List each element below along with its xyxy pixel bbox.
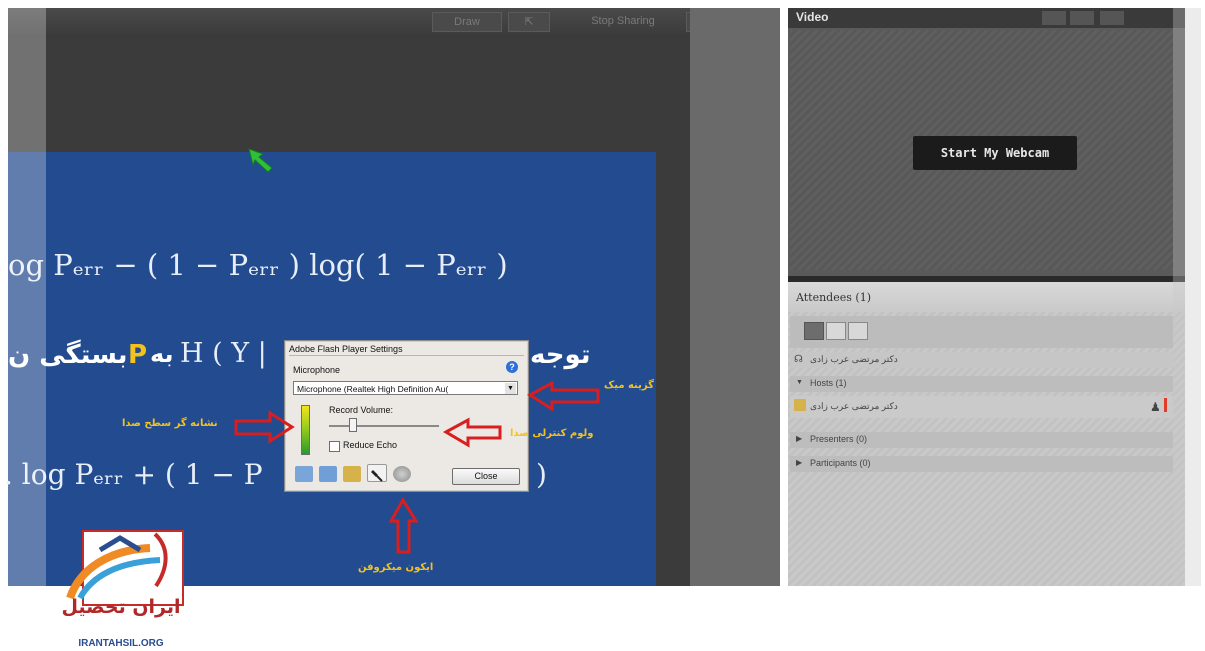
logo-emblem-icon [66, 532, 168, 600]
video-pod-title: Video [796, 10, 829, 24]
chevron-down-icon: ▼ [796, 379, 803, 386]
arrow-to-mic-select [527, 380, 600, 412]
participants-group[interactable]: ▶ Participants (0) [790, 456, 1173, 472]
annotation-mic-icon: ایکون میکروفن [358, 562, 434, 573]
logo-latin-text: IRANTAHSIL.ORG [78, 638, 164, 649]
attendees-toolbar [790, 316, 1173, 348]
logo-persian-text: ایران تحصیل [61, 596, 181, 618]
speaker-icon: ☊ [794, 354, 803, 365]
filmstrip-view-icon[interactable] [1070, 11, 1094, 25]
grid-view-icon[interactable] [1042, 11, 1066, 25]
fullscreen-icon[interactable] [1100, 11, 1124, 25]
host-row[interactable]: دکتر مرتضی عرب زادی ♟ [790, 396, 1173, 418]
attendees-header: Attendees (1) [788, 282, 1185, 312]
presenters-label: Presenters (0) [810, 434, 868, 444]
video-pod-header: Video [788, 8, 1185, 28]
presenters-group[interactable]: ▶ Presenters (0) [790, 432, 1173, 448]
chevron-right-icon: ▶ [796, 458, 803, 467]
presenter-icon: ♟ [1150, 400, 1161, 414]
annotation-meter: نشانه گر سطح صدا [122, 418, 218, 429]
chevron-right-icon: ▶ [796, 434, 803, 443]
annotation-volume: ولوم کنترلی صدا [510, 428, 594, 439]
start-webcam-button[interactable]: Start My Webcam [913, 136, 1077, 170]
arrow-to-meter [234, 410, 295, 444]
hosts-label: Hosts (1) [810, 378, 847, 388]
annotation-mic-select: گزینه میک [604, 380, 654, 391]
host-avatar-icon [794, 399, 806, 411]
user-settings-icon[interactable] [848, 322, 868, 340]
status-bar [1164, 398, 1167, 412]
arrow-to-volume-slider [442, 417, 502, 448]
hosts-group[interactable]: ▼ Hosts (1) [790, 376, 1173, 392]
list-view-icon[interactable] [804, 322, 824, 340]
host-name: دکتر مرتضی عرب زادی [810, 401, 898, 411]
attendee-name: دکتر مرتضی عرب زادی [810, 354, 898, 364]
expand-view-icon[interactable] [826, 322, 846, 340]
participants-label: Participants (0) [810, 458, 871, 468]
right-overlay [1173, 8, 1201, 586]
arrow-to-mic-icon [388, 497, 419, 554]
attendee-row[interactable]: ☊ دکتر مرتضی عرب زادی [790, 352, 1173, 368]
attendees-title: Attendees (1) [796, 291, 871, 304]
